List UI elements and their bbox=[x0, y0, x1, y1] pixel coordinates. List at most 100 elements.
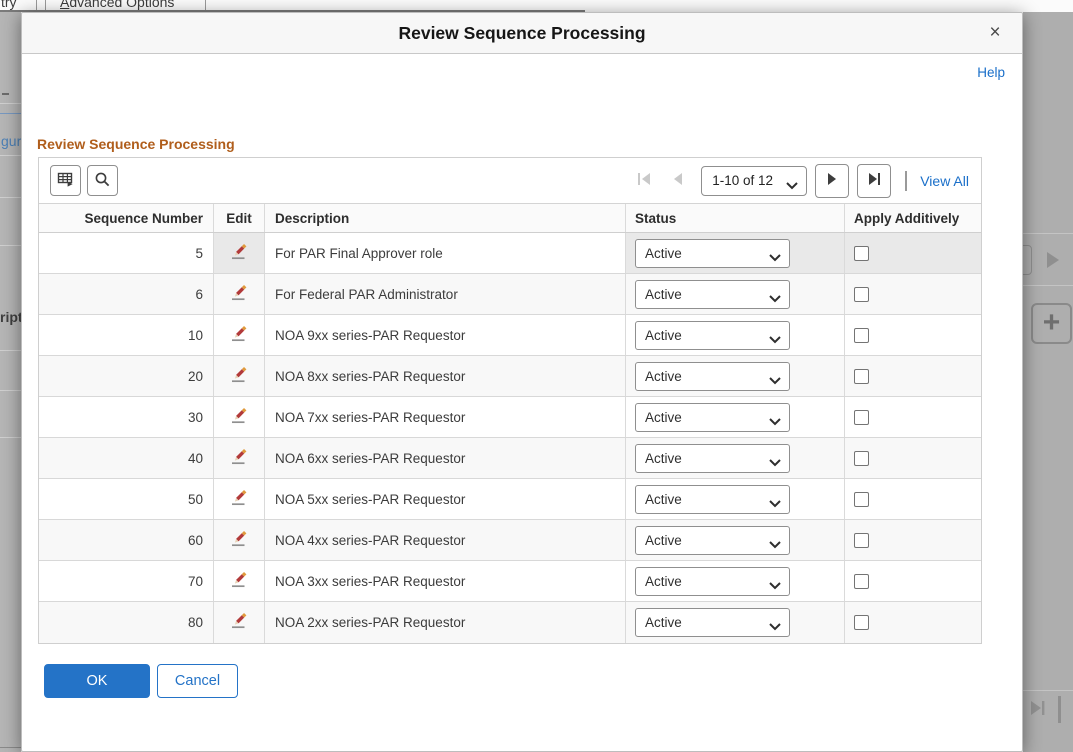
sequence-number-cell: 6 bbox=[39, 274, 214, 314]
personalize-grid-icon bbox=[57, 171, 74, 191]
status-select[interactable]: Active bbox=[635, 321, 790, 350]
apply-additively-cell bbox=[845, 233, 981, 273]
apply-additively-checkbox[interactable] bbox=[854, 451, 869, 466]
review-sequence-processing-dialog: Review Sequence Processing × Help Review… bbox=[21, 12, 1023, 752]
edit-pencil-button[interactable] bbox=[227, 529, 251, 551]
edit-pencil-button[interactable] bbox=[227, 324, 251, 346]
status-select[interactable]: Active bbox=[635, 280, 790, 309]
tab-advanced-options[interactable]: Advanced Options bbox=[60, 0, 174, 10]
close-icon[interactable]: × bbox=[982, 20, 1008, 46]
edit-pencil-button[interactable] bbox=[227, 612, 251, 634]
page-range-select[interactable]: 1-10 of 12 bbox=[701, 166, 807, 196]
status-cell: Active bbox=[626, 479, 845, 519]
ok-button[interactable]: OK bbox=[44, 664, 150, 698]
last-page-button[interactable] bbox=[857, 164, 891, 198]
status-select[interactable]: Active bbox=[635, 239, 790, 268]
apply-additively-checkbox[interactable] bbox=[854, 410, 869, 425]
pencil-icon bbox=[231, 449, 247, 468]
edit-cell bbox=[214, 520, 265, 560]
status-select[interactable]: Active bbox=[635, 567, 790, 596]
status-select[interactable]: Active bbox=[635, 444, 790, 473]
edit-pencil-button[interactable] bbox=[227, 283, 251, 305]
edit-pencil-button[interactable] bbox=[227, 242, 251, 264]
column-header-edit: Edit bbox=[214, 204, 265, 232]
dialog-footer: OK Cancel bbox=[44, 664, 238, 698]
previous-page-button[interactable] bbox=[667, 169, 691, 193]
description-cell: NOA 2xx series-PAR Requestor bbox=[265, 602, 626, 643]
pencil-icon bbox=[231, 326, 247, 345]
description-cell: For PAR Final Approver role bbox=[265, 233, 626, 273]
edit-cell bbox=[214, 479, 265, 519]
status-select[interactable]: Active bbox=[635, 362, 790, 391]
search-icon bbox=[94, 171, 111, 191]
edit-cell bbox=[214, 233, 265, 273]
edit-pencil-button[interactable] bbox=[227, 570, 251, 592]
table-row: 10 NOA 9xx series-PAR Requestor bbox=[39, 315, 981, 356]
table-row: 6 For Federal PAR Administrator bbox=[39, 274, 981, 315]
next-arrow-icon bbox=[1047, 252, 1059, 268]
next-page-icon bbox=[824, 171, 840, 190]
edit-pencil-button[interactable] bbox=[227, 365, 251, 387]
next-page-button[interactable] bbox=[815, 164, 849, 198]
background-tab-bar: try Advanced Options bbox=[0, 0, 1073, 12]
table-row: 70 NOA 3xx series-PAR Requestor bbox=[39, 561, 981, 602]
status-select-wrap: Active bbox=[635, 444, 790, 473]
apply-additively-checkbox[interactable] bbox=[854, 533, 869, 548]
status-select[interactable]: Active bbox=[635, 526, 790, 555]
separator-bar bbox=[1058, 696, 1061, 723]
apply-additively-cell bbox=[845, 438, 981, 478]
sequence-number-cell: 10 bbox=[39, 315, 214, 355]
apply-additively-checkbox[interactable] bbox=[854, 246, 869, 261]
sequence-number-cell: 20 bbox=[39, 356, 214, 396]
status-select[interactable]: Active bbox=[635, 403, 790, 432]
background-tab-fragment: try bbox=[1, 0, 17, 10]
apply-additively-checkbox[interactable] bbox=[854, 328, 869, 343]
column-header-apply-additively: Apply Additively bbox=[845, 204, 981, 232]
edit-pencil-button[interactable] bbox=[227, 488, 251, 510]
status-select-wrap: Active bbox=[635, 608, 790, 637]
sequence-number-cell: 50 bbox=[39, 479, 214, 519]
edit-pencil-button[interactable] bbox=[227, 447, 251, 469]
personalize-grid-button[interactable] bbox=[50, 165, 81, 196]
screen: try Advanced Options gur ript + bbox=[0, 0, 1073, 752]
status-cell: Active bbox=[626, 356, 845, 396]
column-header-sequence-number: Sequence Number bbox=[39, 204, 214, 232]
apply-additively-checkbox[interactable] bbox=[854, 369, 869, 384]
page-range-select-wrap: 1-10 of 12 bbox=[701, 166, 807, 196]
apply-additively-checkbox[interactable] bbox=[854, 615, 869, 630]
apply-additively-cell bbox=[845, 561, 981, 601]
grid-body: 5 For PAR Final Approver role bbox=[39, 233, 981, 643]
apply-additively-checkbox[interactable] bbox=[854, 287, 869, 302]
edit-cell bbox=[214, 602, 265, 643]
pencil-icon bbox=[231, 572, 247, 591]
description-cell: For Federal PAR Administrator bbox=[265, 274, 626, 314]
grid-header-row: Sequence Number Edit Description Status … bbox=[39, 204, 981, 233]
sequence-number-cell: 70 bbox=[39, 561, 214, 601]
dialog-title: Review Sequence Processing bbox=[22, 23, 1022, 44]
status-select[interactable]: Active bbox=[635, 485, 790, 514]
apply-additively-checkbox[interactable] bbox=[854, 492, 869, 507]
table-row: 50 NOA 5xx series-PAR Requestor bbox=[39, 479, 981, 520]
description-cell: NOA 6xx series-PAR Requestor bbox=[265, 438, 626, 478]
review-sequence-grid: 1-10 of 12 View All Sequence Number bbox=[38, 157, 982, 644]
view-all-link[interactable]: View All bbox=[920, 173, 969, 189]
pencil-icon bbox=[231, 613, 247, 632]
last-page-icon bbox=[866, 171, 883, 190]
sequence-number-cell: 60 bbox=[39, 520, 214, 560]
table-row: 5 For PAR Final Approver role bbox=[39, 233, 981, 274]
description-cell: NOA 4xx series-PAR Requestor bbox=[265, 520, 626, 560]
dialog-header: Review Sequence Processing × bbox=[22, 13, 1022, 54]
find-button[interactable] bbox=[87, 165, 118, 196]
apply-additively-checkbox[interactable] bbox=[854, 574, 869, 589]
sequence-number-cell: 5 bbox=[39, 233, 214, 273]
edit-cell bbox=[214, 561, 265, 601]
status-select[interactable]: Active bbox=[635, 608, 790, 637]
cancel-button[interactable]: Cancel bbox=[157, 664, 238, 698]
apply-additively-cell bbox=[845, 520, 981, 560]
help-link[interactable]: Help bbox=[977, 65, 1005, 80]
first-page-button[interactable] bbox=[633, 169, 657, 193]
status-cell: Active bbox=[626, 438, 845, 478]
description-cell: NOA 5xx series-PAR Requestor bbox=[265, 479, 626, 519]
pencil-icon bbox=[231, 244, 247, 263]
edit-pencil-button[interactable] bbox=[227, 406, 251, 428]
